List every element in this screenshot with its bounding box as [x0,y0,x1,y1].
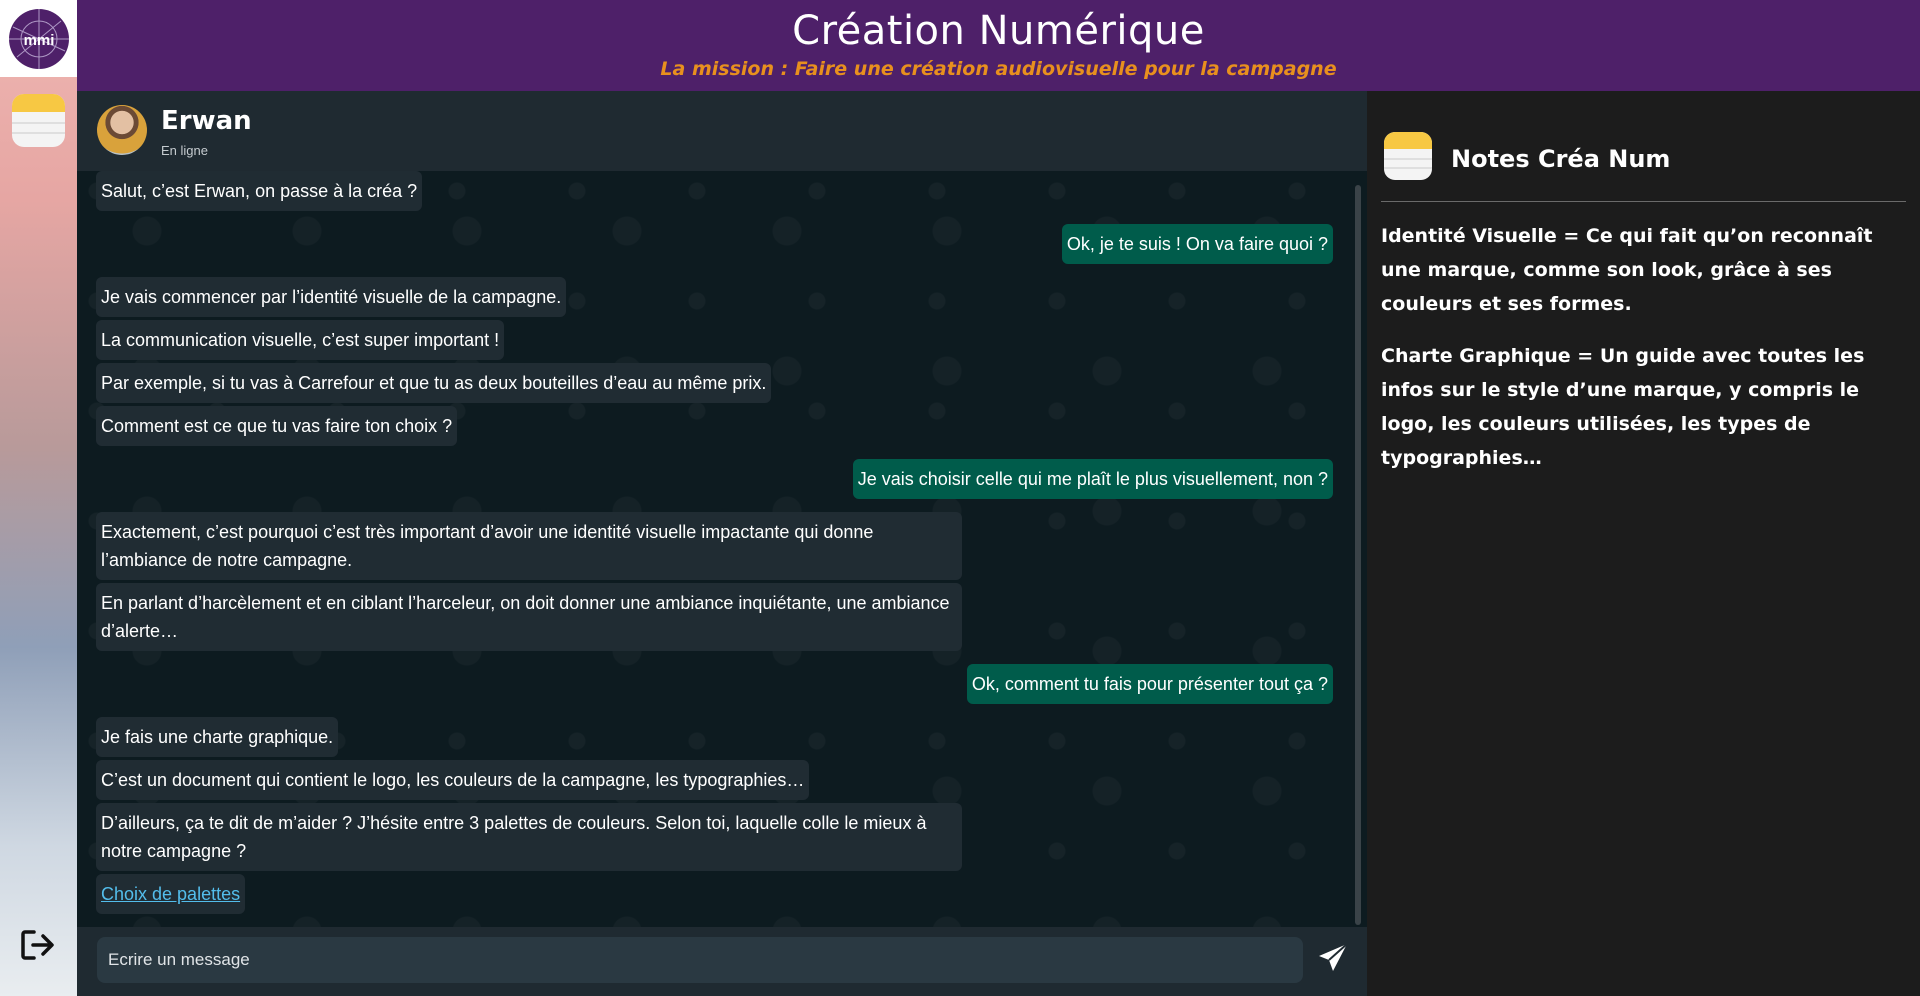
message-input[interactable] [97,937,1303,983]
contact-status: En ligne [161,143,208,158]
notes-panel: Notes Créa Num Identité Visuelle = Ce qu… [1367,91,1920,996]
notes-app-icon[interactable] [11,93,66,148]
chat-header: Erwan En ligne [77,91,1367,171]
message-incoming: Exactement, c’est pourquoi c’est très im… [96,512,962,580]
message-outgoing: Ok, je te suis ! On va faire quoi ? [1061,224,1333,264]
note-entry: Identité Visuelle = Ce qui fait qu’on re… [1381,225,1873,315]
logo-text: mmi [23,32,54,49]
message-incoming: C’est un document qui contient le logo, … [96,760,810,800]
message-incoming: Comment est ce que tu vas faire ton choi… [96,406,458,446]
message-incoming: Salut, c’est Erwan, on passe à la créa ? [96,171,423,211]
logout-icon[interactable] [20,928,56,962]
message-outgoing: Je vais choisir celle qui me plaît le pl… [852,459,1333,499]
app-header: Création Numérique La mission : Faire un… [77,0,1920,91]
contact-name: Erwan [161,106,252,136]
page-title: Création Numérique [792,8,1205,54]
avatar[interactable] [97,105,147,155]
notes-icon [1384,132,1432,180]
message-incoming: Je fais une charte graphique. [96,717,339,757]
mmi-logo-icon[interactable]: mmi [0,0,77,77]
message-incoming: La communication visuelle, c’est super i… [96,320,505,360]
divider [1381,201,1906,202]
mission-subtitle: La mission : Faire une création audiovis… [660,58,1337,80]
message-outgoing: Ok, comment tu fais pour présenter tout … [966,664,1333,704]
message-incoming: En parlant d’harcèlement et en ciblant l… [96,583,962,651]
chat-panel: Erwan En ligne Salut, c’est Erwan, on pa… [77,91,1367,996]
app-dock: mmi [0,0,77,996]
message-incoming: Je vais commencer par l’identité visuell… [96,277,567,317]
message-link: Choix de palettes [96,874,246,914]
send-icon[interactable] [1316,941,1350,975]
message-list[interactable]: Salut, c’est Erwan, on passe à la créa ?… [77,171,1367,927]
message-composer [77,927,1367,996]
message-scrollbar[interactable] [1355,185,1361,925]
notes-title: Notes Créa Num [1451,145,1671,173]
message-incoming: Par exemple, si tu vas à Carrefour et qu… [96,363,772,403]
message-incoming: D’ailleurs, ça te dit de m’aider ? J’hés… [96,803,962,871]
palette-choice-link[interactable]: Choix de palettes [101,884,240,904]
note-entry: Charte Graphique = Un guide avec toutes … [1381,345,1865,469]
